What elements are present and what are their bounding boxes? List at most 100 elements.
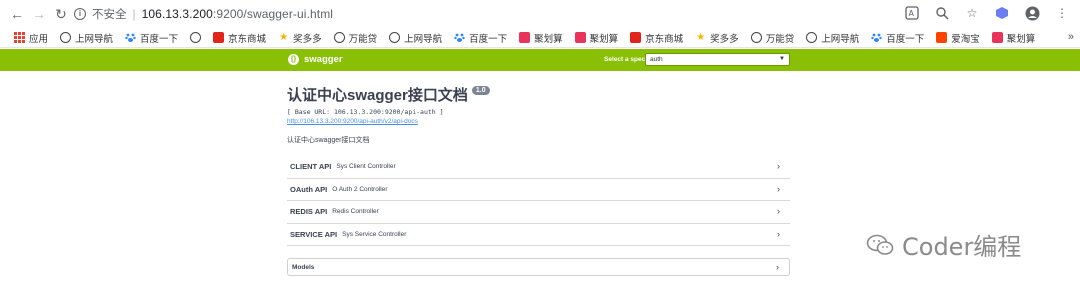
api-group-row[interactable]: CLIENT API Sys Client Controller › <box>287 156 790 179</box>
juhuasuan-icon <box>519 32 531 43</box>
version-badge: 1.0 <box>471 86 490 95</box>
api-info: 认证中心swagger接口文档 1.0 [ Base URL: 106.13.3… <box>287 84 807 145</box>
bookmark-label: 百度一下 <box>140 33 179 45</box>
taobao-icon <box>936 32 948 43</box>
spec-select-value: auth <box>650 56 663 63</box>
bookmark-item[interactable]: 百度一下 <box>448 29 513 47</box>
browser-toolbar: ← → ↻ i 不安全 | 106.13.3.200:9200/swagger-… <box>0 0 1080 28</box>
juhuasuan-icon <box>991 32 1003 43</box>
bookmark-item[interactable]: 百度一下 <box>865 29 930 47</box>
star-icon: ★ <box>279 32 289 43</box>
api-docs-link[interactable]: http://106.13.3.200:9200/api-auth/v2/api… <box>287 118 807 125</box>
api-group-row[interactable]: OAuth API O Auth 2 Controller › <box>287 179 790 201</box>
url-host: 106.13.3.200 <box>141 7 213 21</box>
bookmark-item[interactable]: 应用 <box>8 29 54 47</box>
chevron-down-icon: ▼ <box>779 56 785 62</box>
extension-icon[interactable] <box>994 5 1010 21</box>
jd-icon <box>213 32 225 43</box>
bookmark-item[interactable]: 京东商城 <box>207 29 272 47</box>
chevron-right-icon: › <box>777 206 780 216</box>
bookmark-item[interactable]: 聚划算 <box>569 29 625 47</box>
bookmarks-more-icon[interactable]: » <box>1068 31 1074 43</box>
bookmark-label: 应用 <box>29 33 49 45</box>
bookmark-label: 聚划算 <box>589 33 619 45</box>
api-group-name: SERVICE API <box>290 229 338 239</box>
swagger-logo[interactable]: {} swagger <box>288 54 343 65</box>
baidu-paw-icon <box>454 32 465 43</box>
bookmark-item[interactable]: 聚划算 <box>986 29 1042 47</box>
bookmark-item[interactable]: 京东商城 <box>624 29 689 47</box>
bookmark-item[interactable]: 上网导航 <box>54 29 119 47</box>
bookmark-item[interactable]: ★ 奖多多 <box>272 29 328 47</box>
chevron-right-icon: › <box>777 161 780 171</box>
chevron-right-icon: › <box>776 262 779 272</box>
baidu-paw-icon <box>125 32 136 43</box>
bookmark-item[interactable]: 上网导航 <box>383 29 448 47</box>
juhuasuan-icon <box>574 32 586 43</box>
bookmark-item[interactable]: 万能贷 <box>745 29 801 47</box>
bookmark-label: 京东商城 <box>645 33 684 45</box>
bookmark-label: 万能贷 <box>348 33 378 45</box>
reload-icon[interactable]: ↻ <box>50 3 72 25</box>
models-section[interactable]: Models › <box>287 258 790 276</box>
insecure-label: 不安全 <box>92 9 127 21</box>
bookmark-label: 聚划算 <box>1006 33 1036 45</box>
bookmark-item[interactable]: 万能贷 <box>328 29 384 47</box>
globe-icon <box>333 32 345 43</box>
profile-icon[interactable] <box>1024 5 1040 21</box>
globe-icon <box>750 32 762 43</box>
bookmark-label: 爱淘宝 <box>951 33 980 45</box>
chevron-right-icon: › <box>777 183 780 194</box>
page-title: 认证中心swagger接口文档 <box>287 87 468 104</box>
url-path: :9200/swagger-ui.html <box>212 7 334 21</box>
url-separator: | <box>132 7 136 21</box>
bookmark-label: 万能贷 <box>765 33 795 45</box>
forward-icon[interactable]: → <box>28 3 50 25</box>
api-group-desc: Redis Controller <box>332 208 379 216</box>
bookmark-star-icon[interactable]: ☆ <box>964 5 980 21</box>
bookmark-label: 上网导航 <box>821 33 860 45</box>
api-group-desc: Sys Service Controller <box>342 230 407 238</box>
zoom-icon[interactable] <box>934 5 950 21</box>
info-icon[interactable]: i <box>74 8 86 20</box>
url-text[interactable]: 106.13.3.200:9200/swagger-ui.html <box>142 7 333 21</box>
api-group-row[interactable]: REDIS API Redis Controller › <box>287 201 790 224</box>
bookmark-label: 奖多多 <box>710 33 739 45</box>
bookmark-label: 百度一下 <box>469 33 508 45</box>
bookmark-item[interactable] <box>184 29 207 47</box>
api-group-desc: Sys Client Controller <box>336 163 396 171</box>
bookmark-item[interactable]: 上网导航 <box>800 29 865 47</box>
svg-text:A: A <box>909 9 915 18</box>
baidu-paw-icon <box>871 32 882 43</box>
wechat-icon <box>866 234 894 255</box>
api-list: CLIENT API Sys Client Controller › OAuth AP… <box>287 156 790 246</box>
spec-select[interactable]: auth ▼ <box>645 53 790 66</box>
globe-icon <box>806 32 818 43</box>
bookmark-label: 聚划算 <box>534 33 563 45</box>
menu-icon[interactable]: ⋮ <box>1054 5 1070 21</box>
bookmark-item[interactable]: 百度一下 <box>119 29 184 47</box>
bookmark-item[interactable]: 聚划算 <box>513 29 569 47</box>
globe-icon <box>389 32 401 43</box>
apps-grid-icon <box>14 32 25 43</box>
watermark: Coder编程 <box>866 227 1021 262</box>
api-group-row[interactable]: SERVICE API Sys Service Controller › <box>287 224 790 246</box>
bookmark-item[interactable]: ★ 奖多多 <box>689 29 745 47</box>
bookmark-label: 上网导航 <box>404 33 443 45</box>
back-icon[interactable]: ← <box>6 3 28 25</box>
api-group-desc: O Auth 2 Controller <box>332 185 388 193</box>
address-bar[interactable]: i 不安全 | 106.13.3.200:9200/swagger-ui.htm… <box>74 3 934 25</box>
bookmark-label: 京东商城 <box>228 33 267 45</box>
api-group-name: REDIS API <box>290 207 328 217</box>
api-group-name: OAuth API <box>290 184 328 194</box>
swagger-logo-icon: {} <box>288 54 299 65</box>
chevron-right-icon: › <box>777 228 780 239</box>
swagger-logo-text: swagger <box>304 54 343 65</box>
bookmark-label: 上网导航 <box>75 33 114 45</box>
jd-icon <box>630 32 642 43</box>
bookmarks-bar: 应用 上网导航 百度一下 京东商城 ★ 奖多多 万能贷 上网导航 百度一下 聚划算 聚划算 京东商城 ★… <box>0 28 1080 48</box>
translate-icon[interactable]: A <box>904 5 920 21</box>
spec-select-label: Select a spec <box>604 56 646 63</box>
api-group-name: CLIENT API <box>290 162 332 172</box>
bookmark-item[interactable]: 爱淘宝 <box>930 29 986 47</box>
